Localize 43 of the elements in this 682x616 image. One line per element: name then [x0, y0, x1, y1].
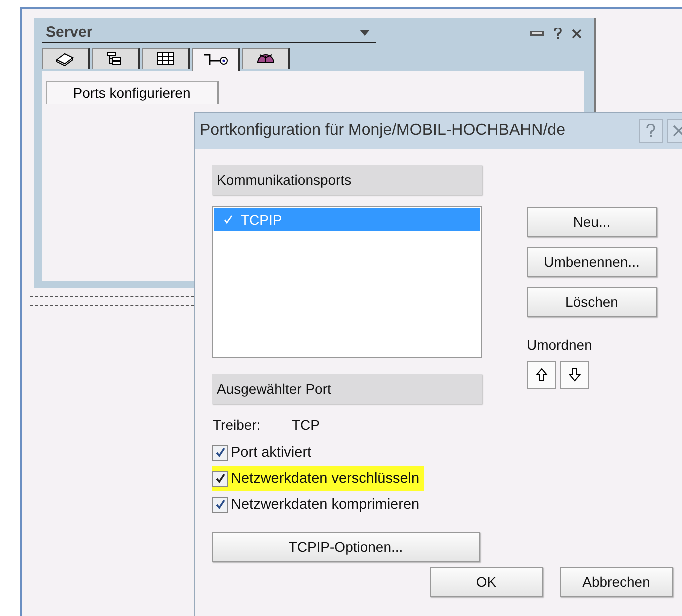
- driver-value: TCP: [292, 417, 320, 433]
- arrow-down-icon: [568, 368, 580, 382]
- dialog-button[interactable]: OK: [430, 567, 543, 597]
- checkbox-option[interactable]: Netzwerkdaten verschlüsseln: [212, 466, 424, 491]
- dialog-button[interactable]: Abbrechen: [560, 567, 673, 597]
- checkbox[interactable]: [212, 470, 228, 486]
- checkbox[interactable]: [212, 496, 228, 512]
- help-icon[interactable]: [554, 28, 562, 39]
- ports-tab[interactable]: Ports konfigurieren: [46, 81, 219, 104]
- dialog-title: Portkonfiguration für Monje/MOBIL-HOCHBAHN/de: [200, 122, 566, 140]
- book-icon: [56, 52, 76, 66]
- reorder-label: Umordnen: [527, 337, 594, 353]
- toolbar-tab[interactable]: [192, 48, 240, 71]
- checkbox[interactable]: [212, 444, 228, 460]
- close-icon[interactable]: [572, 28, 582, 38]
- dropdown-arrow-icon: [360, 30, 370, 36]
- section-heading: Ausgewählter Port: [212, 374, 482, 404]
- port-name: TCPIP: [241, 212, 282, 228]
- driver-label: Treiber:: [213, 417, 262, 433]
- toolbar-tab[interactable]: [42, 48, 90, 69]
- toolbar-tab[interactable]: [92, 48, 140, 69]
- checkbox-option[interactable]: Netzwerkdaten komprimieren: [212, 492, 424, 517]
- action-button[interactable]: Löschen: [527, 287, 657, 317]
- move-up-button[interactable]: [527, 361, 556, 389]
- help-icon: [646, 124, 656, 138]
- key-icon: [202, 53, 228, 67]
- section-heading: Kommunikationsports: [212, 165, 482, 195]
- checkbox-option[interactable]: Port aktiviert: [212, 440, 316, 465]
- toolbar-tab[interactable]: [142, 48, 190, 69]
- help-button[interactable]: [639, 119, 663, 143]
- satellite-dish-icon: [256, 52, 276, 66]
- action-button[interactable]: Neu...: [527, 207, 657, 237]
- columns-icon: [156, 52, 174, 66]
- close-icon: [673, 125, 682, 137]
- move-down-button[interactable]: [560, 361, 589, 389]
- pin-icon[interactable]: [530, 30, 544, 36]
- action-button[interactable]: Umbenennen...: [527, 247, 657, 277]
- server-dropdown[interactable]: Server: [42, 24, 376, 43]
- tree-icon: [106, 52, 124, 66]
- options-button[interactable]: TCPIP-Optionen...: [212, 532, 480, 562]
- arrow-up-icon: [536, 368, 548, 382]
- toolbar-tab[interactable]: [242, 48, 290, 69]
- splitter-bar[interactable]: [30, 296, 194, 306]
